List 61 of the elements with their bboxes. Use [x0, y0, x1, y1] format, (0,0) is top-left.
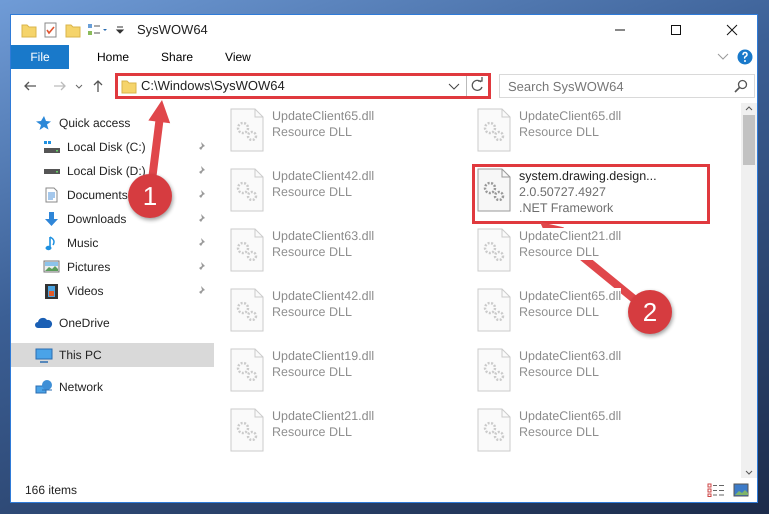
- window-title: SysWOW64: [137, 21, 208, 40]
- sidebar-item[interactable]: This PC: [35, 346, 102, 364]
- gear-file-icon[interactable]: [230, 408, 264, 452]
- gear-file-icon[interactable]: [477, 348, 511, 392]
- ribbon-tab[interactable]: Home: [83, 45, 144, 69]
- new-folder-icon[interactable]: [65, 22, 81, 38]
- ribbon-tab[interactable]: View: [211, 45, 265, 69]
- dropdown-chevron-icon[interactable]: [448, 82, 460, 90]
- ribbon-tab[interactable]: Share: [147, 45, 208, 69]
- search-field[interactable]: Search SysWOW64: [499, 74, 755, 98]
- file-name[interactable]: system.drawing.design...: [519, 168, 657, 184]
- gear-file-icon[interactable]: [230, 348, 264, 392]
- folder-icon: [121, 78, 137, 94]
- sidebar-item[interactable]: Music: [43, 234, 98, 252]
- sidebar-item[interactable]: Network: [35, 378, 104, 396]
- view-menu-icon[interactable]: [87, 22, 109, 38]
- gear-file-icon[interactable]: [230, 168, 264, 212]
- sidebar-item[interactable]: Documents: [43, 186, 128, 204]
- sidebar-item[interactable]: Local Disk (C:): [43, 138, 146, 156]
- network-icon: [35, 379, 53, 395]
- back-arrow-icon: [23, 81, 37, 91]
- gear-file-icon[interactable]: [477, 228, 511, 272]
- gear-file-icon[interactable]: [230, 108, 264, 152]
- expand-ribbon-icon[interactable]: [717, 53, 729, 61]
- gear-file-icon[interactable]: [230, 288, 264, 332]
- download-arrow-icon: [43, 211, 61, 227]
- address-field[interactable]: C:\Windows\SysWOW64: [115, 73, 491, 99]
- forward-arrow-icon: [53, 81, 67, 91]
- file-menu-button[interactable]: File: [11, 45, 69, 69]
- search-icon[interactable]: [734, 79, 748, 93]
- gear-file-icon[interactable]: [477, 168, 511, 212]
- sidebar-item[interactable]: Downloads: [43, 210, 126, 228]
- close-icon: [726, 24, 738, 36]
- file-detail: Resource DLL: [519, 244, 599, 260]
- gear-file-icon[interactable]: [230, 228, 264, 272]
- cloud-icon: [35, 317, 53, 329]
- gear-file-icon[interactable]: [477, 108, 511, 152]
- sidebar-item[interactable]: Quick access: [35, 114, 130, 132]
- picture-icon: [43, 260, 61, 274]
- star-icon: [35, 115, 53, 131]
- monitor-icon: [35, 347, 53, 363]
- item-count: 166 items: [25, 482, 78, 499]
- gear-file-icon[interactable]: [477, 288, 511, 332]
- chevron-down-icon: [75, 84, 83, 88]
- scrollbar[interactable]: [741, 103, 757, 478]
- help-icon[interactable]: [737, 49, 753, 65]
- folder-icon[interactable]: [21, 22, 37, 38]
- sidebar-item[interactable]: Pictures: [43, 258, 110, 276]
- large-icons-view-icon[interactable]: [733, 483, 749, 497]
- scrollbar-thumb[interactable]: [743, 115, 755, 165]
- gear-file-icon[interactable]: [477, 408, 511, 452]
- up-arrow-icon: [92, 79, 104, 93]
- maximize-icon: [670, 24, 682, 36]
- drive-icon: [43, 168, 61, 174]
- sidebar-item[interactable]: Videos: [43, 282, 104, 300]
- film-icon: [43, 283, 61, 299]
- details-view-icon[interactable]: [707, 483, 725, 497]
- minimize-icon: [614, 29, 626, 31]
- sidebar-item[interactable]: OneDrive: [35, 314, 110, 332]
- drive-icon: [43, 140, 61, 154]
- properties-icon[interactable]: [43, 22, 59, 38]
